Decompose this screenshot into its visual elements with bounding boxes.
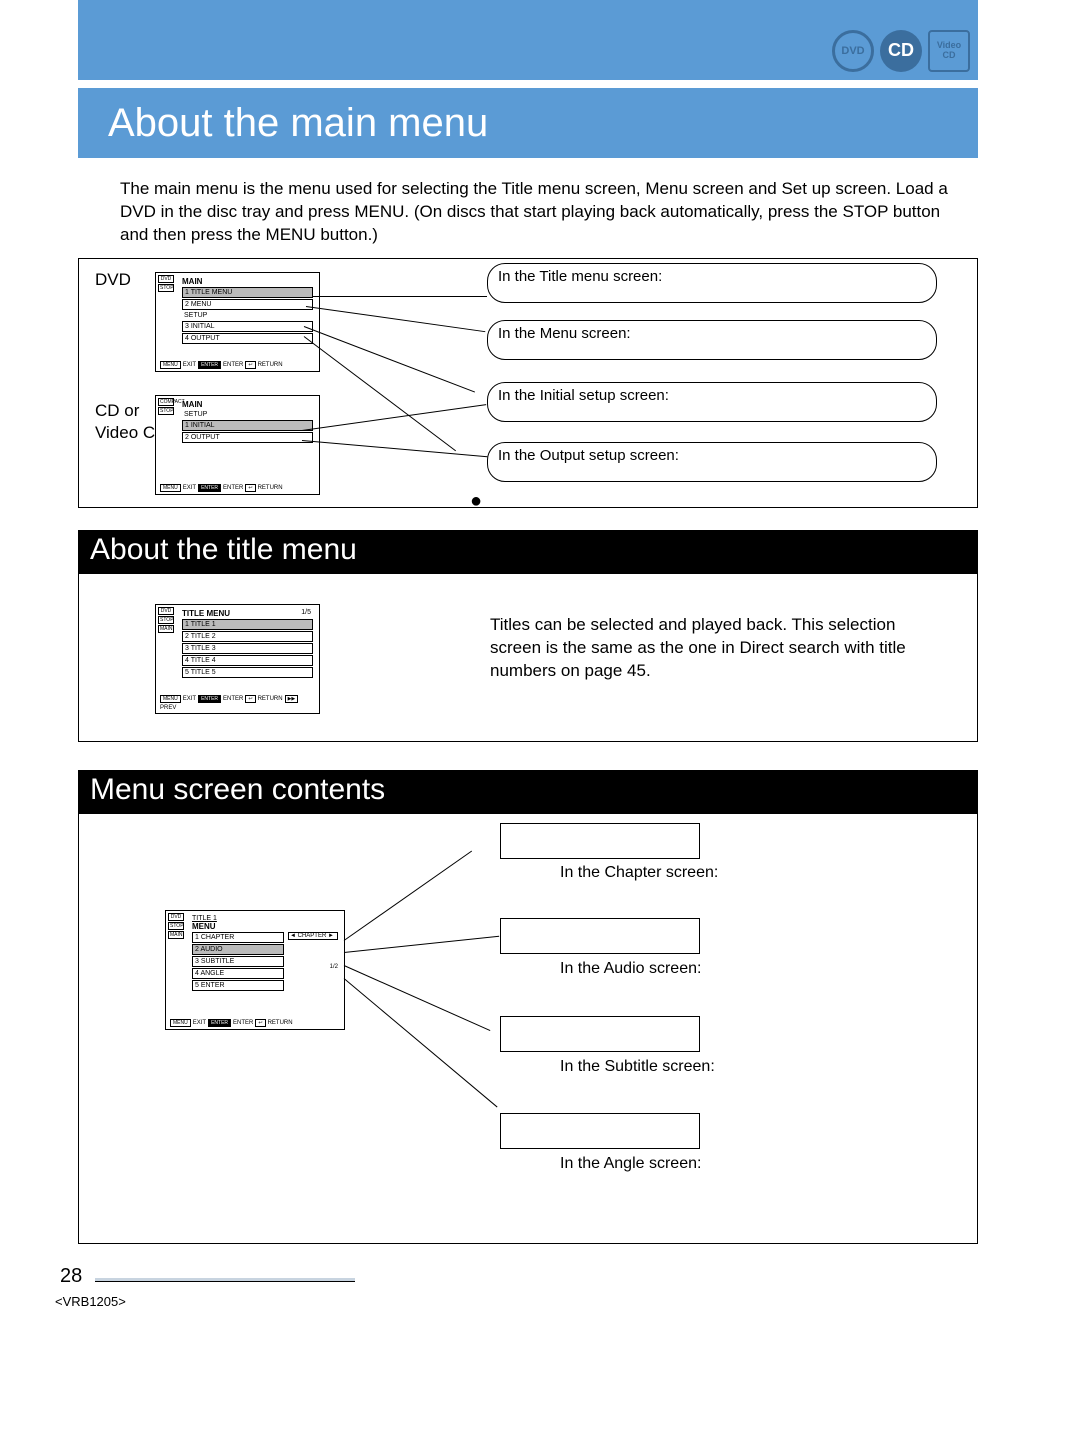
foot-item: MENU xyxy=(170,1019,191,1027)
screen2-group: SETUP xyxy=(182,410,313,419)
return-icon: ↩ xyxy=(245,361,255,369)
subtitle-screen-label: In the Subtitle screen: xyxy=(560,1058,715,1076)
foot-item: RETURN xyxy=(268,1020,293,1026)
foot-item: EXIT xyxy=(193,1020,206,1026)
media-logos: DVD CD VideoCD xyxy=(832,30,970,72)
foot-item: EXIT xyxy=(183,362,196,368)
foot-item: MENU xyxy=(160,361,181,369)
screen4-row: 3 SUBTITLE xyxy=(192,956,284,967)
foot-item: RETURN xyxy=(258,362,283,368)
prev-icon: ▶▶ xyxy=(285,695,299,703)
page-title: About the main menu xyxy=(78,88,978,158)
screen2-row: 1 INITIAL xyxy=(182,420,313,431)
intro-paragraph: The main menu is the menu used for selec… xyxy=(120,178,960,247)
stop-badge: STOP xyxy=(158,284,174,292)
screen1-row: 1 TITLE MENU xyxy=(182,287,313,298)
video-cd-logo-icon: VideoCD xyxy=(928,30,970,72)
chapter-screen-label: In the Chapter screen: xyxy=(560,864,718,882)
foot-item: ENTER xyxy=(223,696,243,702)
chapter-screen-box xyxy=(500,823,700,859)
main-badge: MAIN xyxy=(158,625,174,633)
screen2-row: 2 OUTPUT xyxy=(182,432,313,443)
screen3-row: 3 TITLE 3 xyxy=(182,643,313,654)
screen1-group: SETUP xyxy=(182,311,313,320)
screen3-title: TITLE MENU xyxy=(182,609,230,618)
audio-screen-box xyxy=(500,918,700,954)
footer-rule xyxy=(95,1278,355,1282)
dvd-badge: DVD xyxy=(158,607,174,615)
return-icon: ↩ xyxy=(245,695,255,703)
title-menu-heading: About the title menu xyxy=(78,530,978,574)
foot-item: RETURN xyxy=(258,485,283,491)
screen1-title: MAIN xyxy=(182,277,315,286)
title-menu-paragraph: Titles can be selected and played back. … xyxy=(490,614,930,683)
foot-item: ENTER xyxy=(233,1020,253,1026)
screen3-row: 5 TITLE 5 xyxy=(182,667,313,678)
compact-badge: COMPACT xyxy=(158,398,174,406)
screen4-row: 4 ANGLE xyxy=(192,968,284,979)
foot-item: ENTER xyxy=(208,1019,231,1027)
foot-item: ENTER xyxy=(223,485,243,491)
screen1-row: 3 INITIAL xyxy=(182,321,313,332)
cd-logo-icon: CD xyxy=(880,30,922,72)
stop-badge: STOP xyxy=(158,407,174,415)
foot-item: ENTER xyxy=(198,484,221,492)
foot-item: ENTER xyxy=(198,695,221,703)
angle-screen-box xyxy=(500,1113,700,1149)
foot-item: ENTER xyxy=(223,362,243,368)
foot-item: MENU xyxy=(160,484,181,492)
subtitle-screen-box xyxy=(500,1016,700,1052)
vcd-bot: CD xyxy=(943,50,956,60)
angle-screen-label: In the Angle screen: xyxy=(560,1155,701,1173)
screen4-row: 5 ENTER xyxy=(192,980,284,991)
bullet-icon: ● xyxy=(470,490,482,513)
screen3-row: 1 TITLE 1 xyxy=(182,619,313,630)
screen2-title: MAIN xyxy=(182,400,315,409)
screen3-page: 1/5 xyxy=(301,609,311,619)
foot-item: PREV xyxy=(160,705,176,711)
menu-screen: DVD STOP MAIN TITLE 1 MENU 1 CHAPTER 2 A… xyxy=(165,910,345,1030)
screen3-footer: MENU EXIT ENTER ENTER ↩ RETURN ▶▶ PREV xyxy=(160,695,315,711)
main-badge: MAIN xyxy=(168,931,184,939)
vcd-top: Video xyxy=(937,40,961,50)
return-icon: ↩ xyxy=(255,1019,265,1027)
dvd-badge: DVD xyxy=(158,275,174,283)
dvd-main-screen: DVD STOP MAIN 1 TITLE MENU 2 MENU SETUP … xyxy=(155,272,320,372)
cd-main-screen: COMPACT STOP MAIN SETUP 1 INITIAL 2 OUTP… xyxy=(155,395,320,495)
connector-line xyxy=(313,296,487,297)
screen1-footer: MENU EXIT ENTER ENTER ↩ RETURN xyxy=(160,361,315,369)
dvd-badge: DVD xyxy=(168,913,184,921)
foot-item: RETURN xyxy=(258,696,283,702)
dvd-label: DVD xyxy=(95,270,131,290)
stop-badge: STOP xyxy=(158,616,174,624)
screen3-row: 2 TITLE 2 xyxy=(182,631,313,642)
screen2-footer: MENU EXIT ENTER ENTER ↩ RETURN xyxy=(160,484,315,492)
initial-setup-callout: In the Initial setup screen: xyxy=(487,382,937,422)
screen1-row: 4 OUTPUT xyxy=(182,333,313,344)
foot-item: EXIT xyxy=(183,696,196,702)
stop-badge: STOP xyxy=(168,922,184,930)
title-menu-callout: In the Title menu screen: xyxy=(487,263,937,303)
foot-item: MENU xyxy=(160,695,181,703)
dvd-logo-icon: DVD xyxy=(832,30,874,72)
screen4-title: MENU xyxy=(192,922,340,931)
output-setup-callout: In the Output setup screen: xyxy=(487,442,937,482)
return-icon: ↩ xyxy=(245,484,255,492)
document-id: <VRB1205> xyxy=(55,1294,126,1309)
menu-callout: In the Menu screen: xyxy=(487,320,937,360)
audio-screen-label: In the Audio screen: xyxy=(560,960,701,978)
page-number: 28 xyxy=(60,1265,82,1288)
screen3-row: 4 TITLE 4 xyxy=(182,655,313,666)
screen4-top: TITLE 1 xyxy=(192,915,340,922)
screen4-row: 2 AUDIO xyxy=(192,944,284,955)
screen4-row: 1 CHAPTER xyxy=(192,932,284,943)
foot-item: EXIT xyxy=(183,485,196,491)
foot-item: ENTER xyxy=(198,361,221,369)
screen1-row: 2 MENU xyxy=(182,299,313,310)
screen4-footer: MENU EXIT ENTER ENTER ↩ RETURN xyxy=(170,1019,340,1027)
title-menu-screen: DVD STOP MAIN TITLE MENU 1/5 1 TITLE 1 2… xyxy=(155,604,320,714)
angle-count: 1/2 xyxy=(288,964,338,970)
chapter-selector: ◄ CHAPTER ► xyxy=(288,932,338,940)
menu-screen-heading: Menu screen contents xyxy=(78,770,978,814)
